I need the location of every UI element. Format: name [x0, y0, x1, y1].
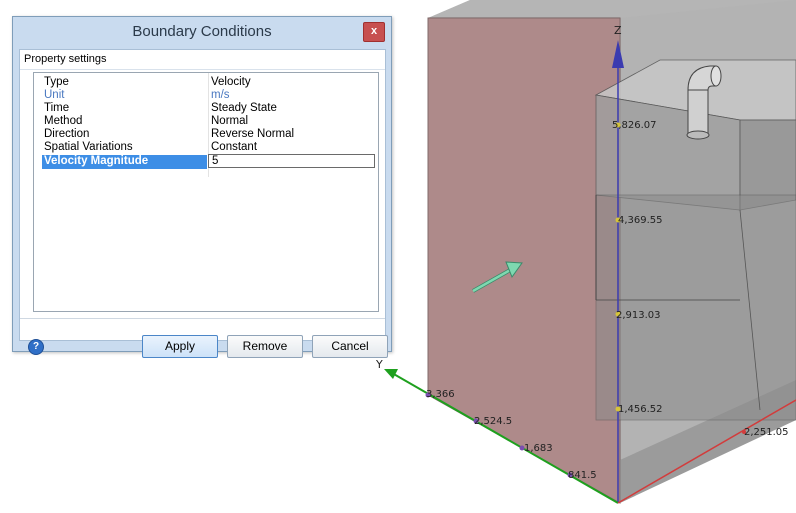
property-row-type[interactable]: Type Velocity	[34, 76, 378, 89]
property-value[interactable]: Steady State	[211, 102, 277, 115]
property-name: Type	[44, 76, 69, 88]
help-icon[interactable]: ?	[28, 339, 44, 355]
y-tick-label: 2,524.5	[474, 416, 512, 427]
z-tick-label: 5,826.07	[612, 120, 657, 131]
property-name: Time	[44, 102, 70, 114]
z-tick-label: 1,456.52	[618, 404, 663, 415]
x-tick-label: 2,251.05	[744, 427, 789, 438]
dialog-title: Boundary Conditions	[132, 23, 272, 40]
close-icon: x	[370, 25, 378, 37]
property-value[interactable]: m/s	[211, 89, 230, 102]
z-tick-label: 2,913.03	[616, 310, 661, 321]
y-axis-label: Y	[375, 358, 383, 371]
property-value[interactable]: Velocity	[211, 76, 251, 89]
remove-button[interactable]: Remove	[227, 335, 303, 358]
equipment-box-body	[595, 194, 796, 421]
property-row-method[interactable]: Method Normal	[34, 115, 378, 128]
property-grid[interactable]: Type Velocity Unit m/s Time Steady State…	[33, 72, 379, 312]
property-row-spatial-variations[interactable]: Spatial Variations Constant	[34, 141, 378, 154]
z-tick-label: 4,369.55	[618, 215, 663, 226]
close-button[interactable]: x	[363, 22, 385, 42]
y-tick-label: 1,683	[524, 443, 553, 454]
property-row-direction[interactable]: Direction Reverse Normal	[34, 128, 378, 141]
y-tick-label: 841.5	[568, 470, 597, 481]
dialog-titlebar[interactable]: Boundary Conditions x	[13, 17, 391, 47]
boundary-face[interactable]	[427, 17, 621, 504]
cancel-button[interactable]: Cancel	[312, 335, 388, 358]
property-name: Spatial Variations	[44, 141, 133, 153]
boundary-conditions-dialog[interactable]: Boundary Conditions x Property settings …	[12, 16, 392, 358]
dialog-body: Property settings Type Velocity Unit m/s…	[19, 49, 388, 358]
velocity-magnitude-input[interactable]: 5	[208, 154, 375, 168]
property-value[interactable]: Constant	[211, 141, 257, 154]
y-tick-label: 3,366	[426, 389, 455, 400]
property-row-velocity-magnitude[interactable]: Velocity Magnitude 5	[34, 154, 378, 169]
y-axis-arrow-icon	[384, 369, 398, 379]
property-name: Velocity Magnitude	[42, 155, 207, 169]
property-name: Method	[44, 115, 83, 127]
property-row-time[interactable]: Time Steady State	[34, 102, 378, 115]
property-name: Direction	[44, 128, 90, 140]
z-axis-label: Z	[614, 24, 622, 37]
property-row-unit[interactable]: Unit m/s	[34, 89, 378, 102]
property-name: Unit	[44, 89, 65, 101]
property-value[interactable]: Normal	[211, 115, 248, 128]
property-value[interactable]: Reverse Normal	[211, 128, 294, 141]
apply-button[interactable]: Apply	[142, 335, 218, 358]
section-label: Property settings	[24, 53, 107, 65]
